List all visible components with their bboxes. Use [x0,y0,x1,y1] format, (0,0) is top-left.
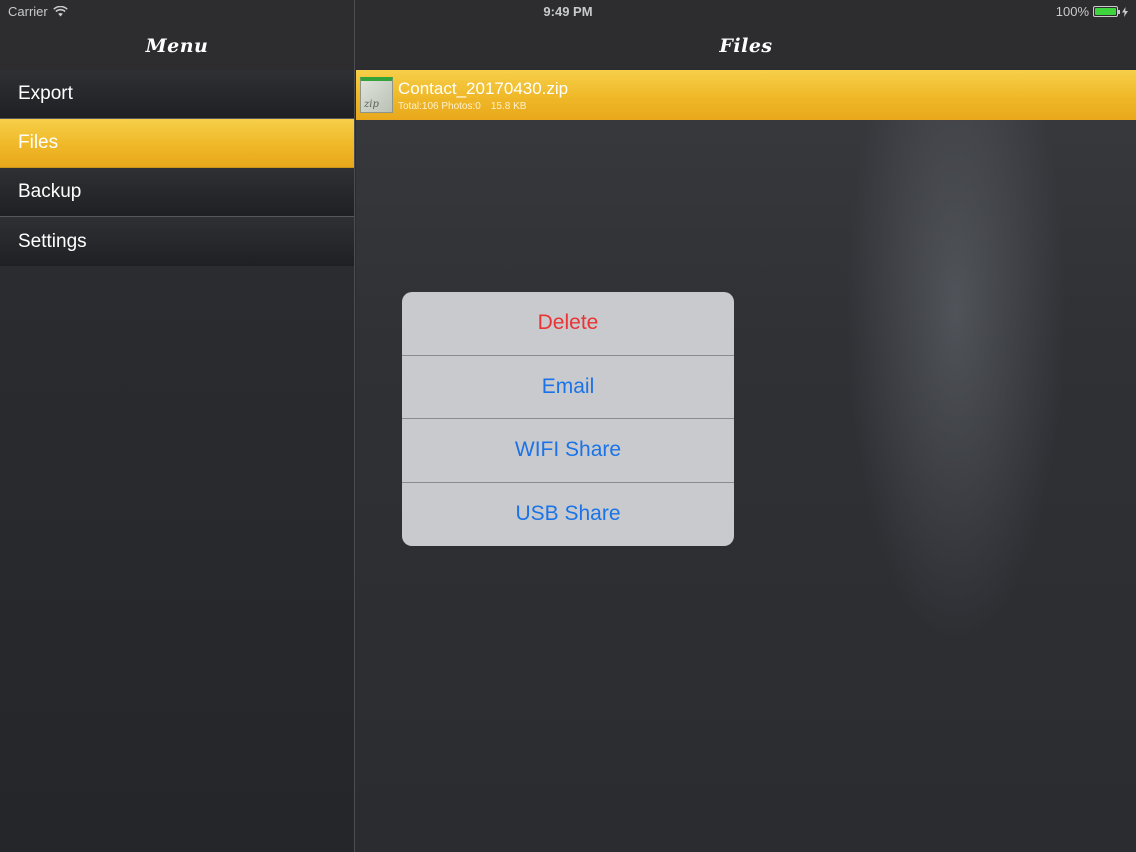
wifi-share-button[interactable]: WIFI Share [402,419,734,483]
file-meta: Total:106 Photos:0 15.8 KB [398,101,568,112]
usb-share-button[interactable]: USB Share [402,483,734,547]
file-action-sheet: Delete Email WIFI Share USB Share [402,292,734,546]
file-size: 15.8 KB [490,100,527,112]
status-bar: Carrier 9:49 PM 100% [0,0,1136,22]
sidebar: Menu Export Files Backup Settings [0,0,355,852]
file-info: Contact_20170430.zip Total:106 Photos:0 … [398,79,568,112]
menu-item-label: Settings [18,230,87,252]
menu-item-files[interactable]: Files [0,119,354,168]
zip-file-icon: zip [360,77,393,113]
menu-item-export[interactable]: Export [0,70,354,119]
sidebar-title: Menu [145,35,209,57]
menu-item-settings[interactable]: Settings [0,217,354,266]
file-name: Contact_20170430.zip [398,78,569,98]
menu-item-label: Backup [18,181,82,202]
email-button[interactable]: Email [402,356,734,419]
charging-bolt-icon [1122,6,1128,17]
battery-group: 100% [1056,4,1128,19]
delete-button[interactable]: Delete [402,292,734,356]
file-row[interactable]: zip Contact_20170430.zip Total:106 Photo… [356,70,1136,120]
battery-percent: 100% [1055,4,1089,19]
menu-item-label: Files [18,132,59,153]
battery-icon [1093,6,1120,17]
battery-fill [1095,8,1116,15]
zip-icon-label: zip [364,99,379,110]
status-time: 9:49 PM [543,4,593,19]
menu-item-label: Export [18,83,73,104]
main-title: Files [719,35,773,57]
menu-item-backup[interactable]: Backup [0,168,354,217]
file-counts: Total:106 Photos:0 [398,100,481,112]
